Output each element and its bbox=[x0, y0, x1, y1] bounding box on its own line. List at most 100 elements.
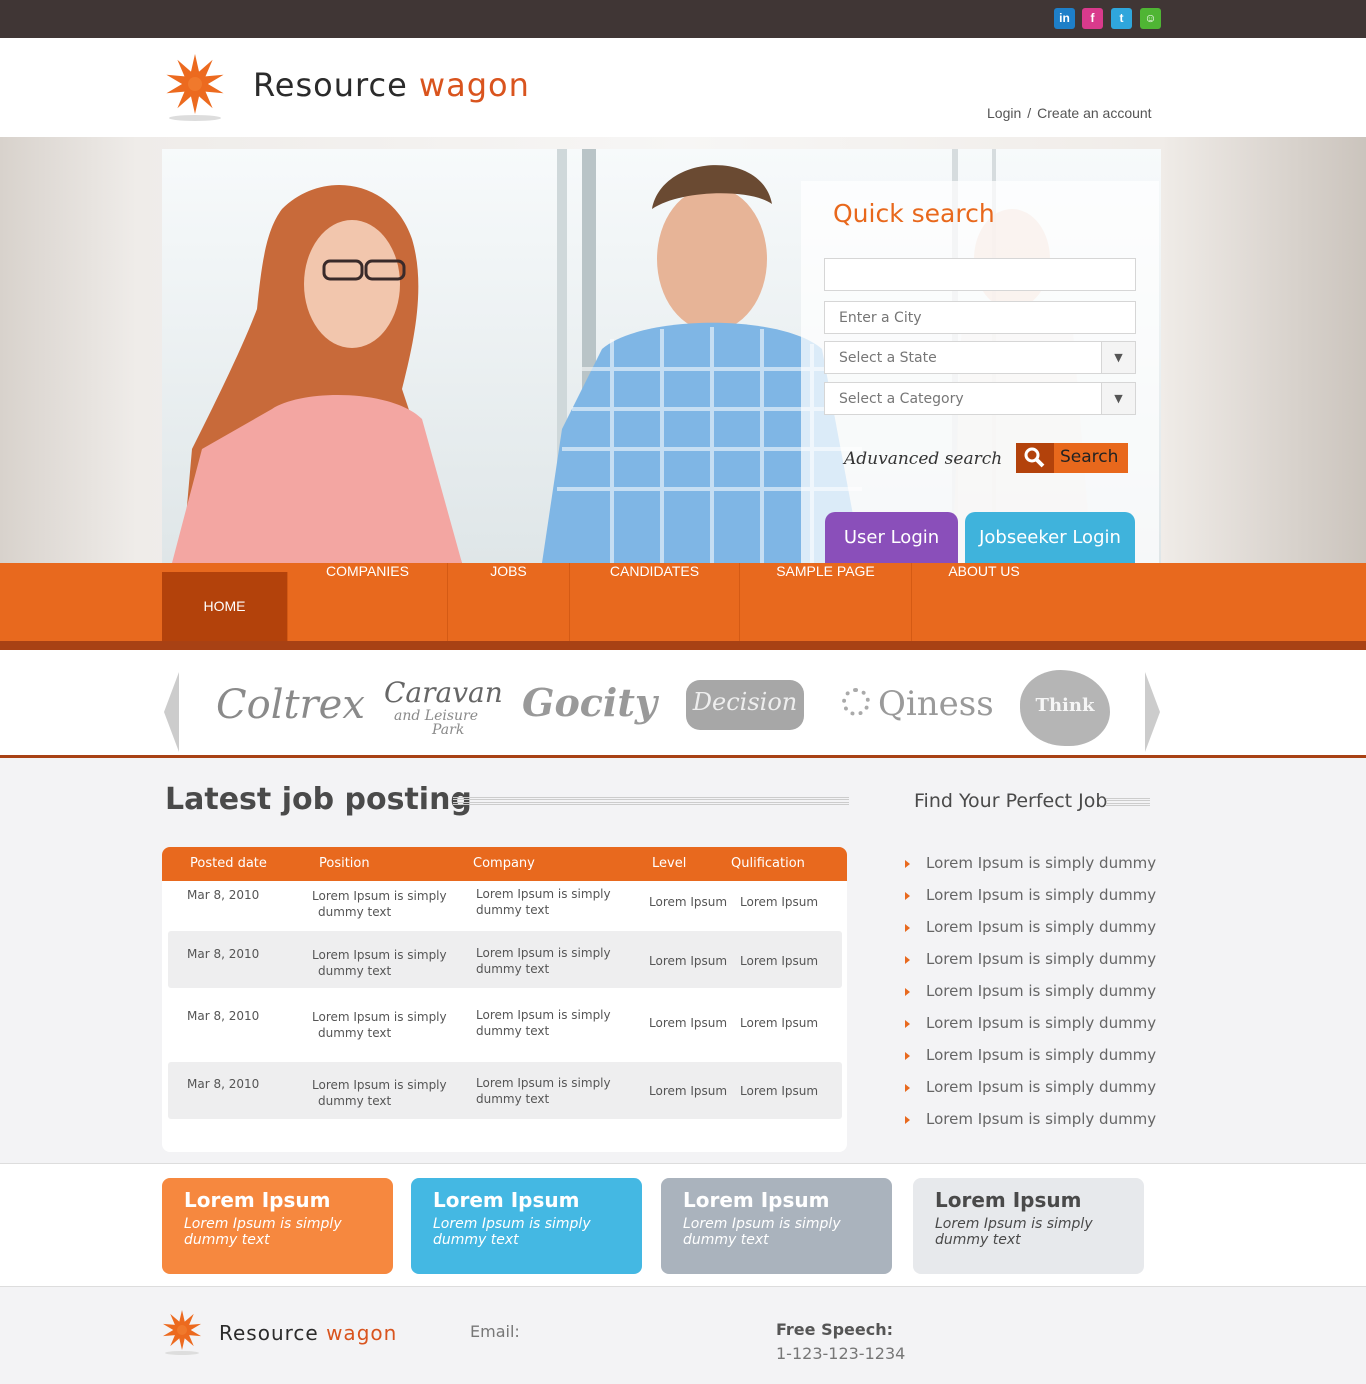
list-item[interactable]: Lorem Ipsum is simply dummy bbox=[905, 1110, 1156, 1128]
table-row[interactable]: Mar 8, 2010 Lorem Ipsum is simply dummy … bbox=[168, 1062, 842, 1119]
logo-decision[interactable]: Decision bbox=[686, 680, 804, 730]
title-rule bbox=[453, 797, 849, 805]
hero-banner: Quick search Select a State ▼ Select a C… bbox=[162, 149, 1161, 563]
logo-think[interactable]: Think bbox=[1020, 670, 1110, 746]
cell-qualification: Lorem Ipsum bbox=[740, 954, 819, 968]
twitter-icon[interactable]: t bbox=[1111, 8, 1132, 29]
footer-speech-label: Free Speech: bbox=[776, 1320, 894, 1339]
brand-part2: wagon bbox=[418, 66, 530, 104]
nav-candidates[interactable]: CANDIDATES bbox=[570, 563, 740, 641]
logo-star-icon[interactable] bbox=[160, 50, 230, 124]
header: Resource wagon Login / Create an account bbox=[0, 38, 1366, 137]
nav-sample-page[interactable]: SAMPLE PAGE bbox=[740, 563, 912, 641]
col-position[interactable]: Position bbox=[319, 856, 370, 871]
list-item-label: Lorem Ipsum is simply dummy bbox=[926, 1078, 1157, 1096]
bullet-arrow-icon bbox=[905, 987, 910, 996]
card-title: Lorem Ipsum bbox=[433, 1188, 580, 1212]
col-posted-date[interactable]: Posted date bbox=[190, 856, 267, 871]
user-login-tab[interactable]: User Login bbox=[825, 512, 958, 563]
list-item-label: Lorem Ipsum is simply dummy bbox=[926, 982, 1157, 1000]
jobs-table: Posted date Position Company Level Qulif… bbox=[162, 847, 847, 1152]
cell-qualification: Lorem Ipsum bbox=[740, 1084, 819, 1098]
footer-brand[interactable]: Resource wagon bbox=[219, 1321, 397, 1345]
category-select[interactable]: Select a Category ▼ bbox=[824, 382, 1136, 415]
chevron-down-icon[interactable]: ▼ bbox=[1101, 383, 1135, 414]
logo-decision-text: Decision bbox=[692, 688, 798, 716]
create-account-link[interactable]: Create an account bbox=[1037, 105, 1151, 121]
logo-gocity[interactable]: Gocity bbox=[522, 680, 657, 725]
col-qualification[interactable]: Qulification bbox=[731, 856, 805, 871]
logo-coltrex[interactable]: Coltrex bbox=[216, 682, 365, 728]
cell-position-line1: Lorem Ipsum is simply bbox=[312, 1010, 447, 1024]
nav-home[interactable]: HOME bbox=[162, 572, 288, 641]
info-card[interactable]: Lorem Ipsum Lorem Ipsum is simply dummy … bbox=[661, 1178, 892, 1274]
nav-jobs[interactable]: JOBS bbox=[448, 563, 570, 641]
brand-part1: Resource bbox=[253, 66, 408, 104]
list-item[interactable]: Lorem Ipsum is simply dummy bbox=[905, 918, 1156, 936]
cell-level: Lorem Ipsum bbox=[649, 1016, 728, 1030]
footer-logo-star-icon[interactable] bbox=[158, 1308, 206, 1358]
nav-about-us[interactable]: ABOUT US bbox=[912, 563, 1056, 641]
logo-caravan[interactable]: Caravan and Leisure Park bbox=[384, 676, 503, 737]
auth-links: Login / Create an account bbox=[987, 105, 1152, 121]
state-select-label: Select a State bbox=[839, 350, 937, 366]
search-button[interactable]: Search bbox=[1016, 443, 1128, 473]
jobs-table-header: Posted date Position Company Level Qulif… bbox=[162, 847, 847, 881]
chevron-down-icon[interactable]: ▼ bbox=[1101, 342, 1135, 373]
cell-date: Mar 8, 2010 bbox=[187, 947, 260, 961]
arrow-right-icon[interactable] bbox=[1145, 672, 1160, 752]
table-row[interactable]: Mar 8, 2010 Lorem Ipsum is simply dummy … bbox=[168, 885, 842, 935]
cell-qualification: Lorem Ipsum bbox=[740, 895, 819, 909]
city-input[interactable] bbox=[824, 301, 1136, 334]
linkedin-icon[interactable]: in bbox=[1054, 8, 1075, 29]
logo-caravan-title: Caravan bbox=[384, 676, 503, 709]
info-card[interactable]: Lorem Ipsum Lorem Ipsum is simply dummy … bbox=[411, 1178, 642, 1274]
list-item[interactable]: Lorem Ipsum is simply dummy bbox=[905, 982, 1156, 1000]
cell-company-line2: dummy text bbox=[476, 903, 550, 917]
table-row[interactable]: Mar 8, 2010 Lorem Ipsum is simply dummy … bbox=[168, 997, 842, 1055]
cell-company-line2: dummy text bbox=[476, 1092, 550, 1106]
list-item[interactable]: Lorem Ipsum is simply dummy bbox=[905, 854, 1156, 872]
info-card[interactable]: Lorem Ipsum Lorem Ipsum is simply dummy … bbox=[913, 1178, 1144, 1274]
advanced-search-link[interactable]: Aduvanced search bbox=[844, 449, 1002, 469]
cell-company-line1: Lorem Ipsum is simply bbox=[476, 887, 611, 901]
card-text: Lorem Ipsum is simply dummy text bbox=[433, 1216, 591, 1248]
list-item-label: Lorem Ipsum is simply dummy bbox=[926, 1110, 1157, 1128]
card-title: Lorem Ipsum bbox=[184, 1188, 331, 1212]
info-card[interactable]: Lorem Ipsum Lorem Ipsum is simply dummy … bbox=[162, 1178, 393, 1274]
list-item-label: Lorem Ipsum is simply dummy bbox=[926, 918, 1157, 936]
cell-company-line2: dummy text bbox=[476, 962, 550, 976]
footer: Resource wagon Email: Free Speech: 1-123… bbox=[0, 1288, 1366, 1384]
jobseeker-login-tab[interactable]: Jobseeker Login bbox=[965, 512, 1135, 563]
brand-name[interactable]: Resource wagon bbox=[253, 66, 530, 104]
logo-qiness[interactable]: Qiness bbox=[878, 684, 994, 724]
login-link[interactable]: Login bbox=[987, 105, 1021, 121]
latest-jobs-title: Latest job posting bbox=[165, 782, 472, 817]
footer-phone[interactable]: 1-123-123-1234 bbox=[776, 1344, 905, 1363]
client-logos-strip: Coltrex Caravan and Leisure Park Gocity … bbox=[0, 650, 1366, 758]
list-item[interactable]: Lorem Ipsum is simply dummy bbox=[905, 1046, 1156, 1064]
cell-level: Lorem Ipsum bbox=[649, 1084, 728, 1098]
chat-icon[interactable]: ☺ bbox=[1140, 8, 1161, 29]
list-item[interactable]: Lorem Ipsum is simply dummy bbox=[905, 1014, 1156, 1032]
search-button-label: Search bbox=[1060, 447, 1119, 467]
top-bar: in f t ☺ bbox=[0, 0, 1366, 38]
cell-position-line1: Lorem Ipsum is simply bbox=[312, 889, 447, 903]
footer-email-label: Email: bbox=[470, 1322, 520, 1341]
list-item[interactable]: Lorem Ipsum is simply dummy bbox=[905, 1078, 1156, 1096]
col-company[interactable]: Company bbox=[473, 856, 535, 871]
quick-search-title: Quick search bbox=[833, 199, 995, 228]
list-item[interactable]: Lorem Ipsum is simply dummy bbox=[905, 950, 1156, 968]
facebook-icon[interactable]: f bbox=[1082, 8, 1103, 29]
main-nav: HOME COMPANIES JOBS CANDIDATES SAMPLE PA… bbox=[0, 563, 1366, 641]
state-select[interactable]: Select a State ▼ bbox=[824, 341, 1136, 374]
arrow-left-icon[interactable] bbox=[164, 672, 179, 752]
card-text: Lorem Ipsum is simply dummy text bbox=[683, 1216, 841, 1248]
col-level[interactable]: Level bbox=[652, 856, 686, 871]
cell-date: Mar 8, 2010 bbox=[187, 888, 260, 902]
list-item[interactable]: Lorem Ipsum is simply dummy bbox=[905, 886, 1156, 904]
keyword-input[interactable] bbox=[824, 258, 1136, 291]
cell-date: Mar 8, 2010 bbox=[187, 1009, 260, 1023]
table-row[interactable]: Mar 8, 2010 Lorem Ipsum is simply dummy … bbox=[168, 931, 842, 988]
nav-companies[interactable]: COMPANIES bbox=[288, 563, 448, 641]
